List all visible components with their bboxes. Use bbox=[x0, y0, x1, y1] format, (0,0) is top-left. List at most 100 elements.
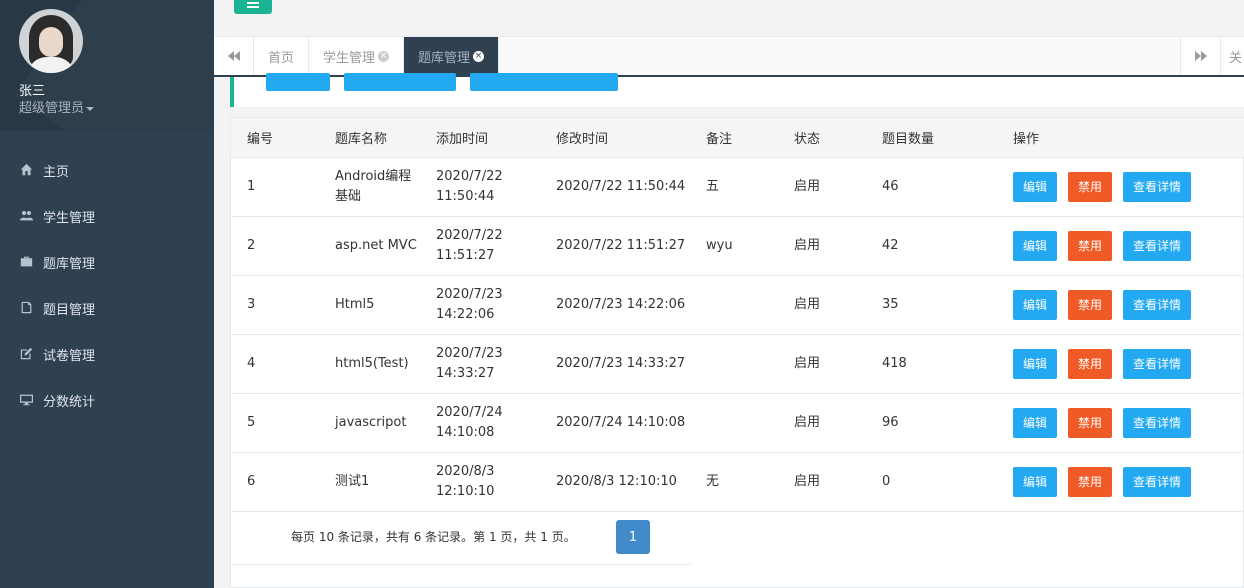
sidebar-item-label: 主页 bbox=[43, 164, 70, 180]
disable-button[interactable]: 禁用 bbox=[1068, 171, 1113, 202]
toolbar-button-3[interactable] bbox=[470, 73, 618, 91]
close-icon[interactable]: × bbox=[473, 50, 485, 62]
sidebar-item-question-bank[interactable]: 题库管理 bbox=[0, 239, 214, 285]
main-content: 编号 题库名称 添加时间 修改时间 备注 状态 题目数量 操作 1 Android… bbox=[214, 73, 1244, 588]
table-row: 1 Android编程基础 2020/7/22 11:50:44 2020/7/22 … bbox=[231, 157, 1244, 216]
sidebar-item-students[interactable]: 学生管理 bbox=[0, 193, 214, 239]
user-role-dropdown[interactable]: 超级管理员 bbox=[19, 97, 95, 116]
view-details-button[interactable]: 查看详情 bbox=[1123, 348, 1192, 379]
cell-name: asp.net MVC bbox=[335, 237, 417, 253]
cell-status: 启用 bbox=[794, 178, 821, 194]
cell-count: 42 bbox=[882, 237, 899, 253]
forward-icon bbox=[1194, 51, 1207, 61]
tab-students[interactable]: 学生管理 × bbox=[309, 37, 405, 75]
cell-actions: 编辑 禁用 查看详情 bbox=[997, 275, 1244, 334]
toolbar bbox=[230, 73, 1244, 107]
toolbar-button-1[interactable] bbox=[266, 73, 330, 91]
edit-button[interactable]: 编辑 bbox=[1013, 289, 1058, 320]
cell-count: 46 bbox=[882, 178, 899, 194]
table-row: 6 测试1 2020/8/3 12:10:10 2020/8/3 12:10:10 无 启… bbox=[231, 452, 1244, 511]
cell-note bbox=[690, 334, 778, 393]
tab-label: 首页 bbox=[268, 50, 295, 66]
view-details-button[interactable]: 查看详情 bbox=[1123, 407, 1192, 438]
column-header: 操作 bbox=[997, 118, 1244, 158]
cell-id: 1 bbox=[247, 178, 256, 194]
cell-status: 启用 bbox=[794, 355, 821, 371]
home-icon bbox=[20, 163, 34, 177]
column-header: 题库名称 bbox=[319, 118, 420, 158]
cell-added-time: 2020/7/22 11:51:27 bbox=[436, 227, 503, 263]
column-header: 修改时间 bbox=[540, 118, 690, 158]
tab-home[interactable]: 首页 bbox=[254, 37, 310, 75]
menu-toggle-button[interactable] bbox=[234, 0, 272, 14]
cell-name: Html5 bbox=[335, 296, 375, 312]
sidebar-item-questions[interactable]: 题目管理 bbox=[0, 285, 214, 331]
disable-button[interactable]: 禁用 bbox=[1068, 466, 1113, 497]
cell-name: html5(Test) bbox=[335, 355, 409, 371]
question-bank-table: 编号 题库名称 添加时间 修改时间 备注 状态 题目数量 操作 1 Android… bbox=[231, 118, 1244, 512]
cell-added-time: 2020/7/23 14:22:06 bbox=[436, 286, 503, 322]
edit-button[interactable]: 编辑 bbox=[1013, 348, 1058, 379]
view-details-button[interactable]: 查看详情 bbox=[1123, 466, 1192, 497]
file-icon bbox=[20, 301, 34, 315]
page-button-current[interactable]: 1 bbox=[616, 520, 650, 554]
cell-count: 418 bbox=[882, 355, 907, 371]
sidebar-item-scores[interactable]: 分数统计 bbox=[0, 377, 214, 423]
cell-actions: 编辑 禁用 查看详情 bbox=[997, 334, 1244, 393]
cell-added-time: 2020/7/24 14:10:08 bbox=[436, 404, 503, 440]
cell-added-time: 2020/7/22 11:50:44 bbox=[436, 168, 503, 204]
briefcase-icon bbox=[20, 255, 34, 269]
toolbar-button-2[interactable] bbox=[344, 73, 456, 91]
sidebar-item-home[interactable]: 主页 bbox=[0, 147, 214, 193]
disable-button[interactable]: 禁用 bbox=[1068, 348, 1113, 379]
pagination-info: 每页 10 条记录，共有 6 条记录。第 1 页，共 1 页。 bbox=[291, 530, 576, 544]
sidebar-nav: 主页 学生管理 题库管理 题目管理 试卷管理 分数统计 bbox=[0, 147, 214, 423]
tab-question-bank[interactable]: 题库管理 × bbox=[404, 37, 500, 75]
avatar[interactable] bbox=[19, 9, 83, 73]
sidebar-item-label: 题库管理 bbox=[43, 256, 96, 272]
cell-actions: 编辑 禁用 查看详情 bbox=[997, 452, 1244, 511]
user-role-label: 超级管理员 bbox=[19, 101, 85, 116]
column-header: 状态 bbox=[778, 118, 866, 158]
sidebar-item-label: 题目管理 bbox=[43, 302, 96, 318]
disable-button[interactable]: 禁用 bbox=[1068, 289, 1113, 320]
table-row: 4 html5(Test) 2020/7/23 14:33:27 2020/7/23 … bbox=[231, 334, 1244, 393]
cell-modified-time: 2020/7/24 14:10:08 bbox=[556, 414, 686, 430]
close-tabs-dropdown[interactable]: 关 bbox=[1220, 37, 1244, 75]
cell-id: 6 bbox=[247, 473, 256, 489]
disable-button[interactable]: 禁用 bbox=[1068, 230, 1113, 261]
table-row: 5 javascripot 2020/7/24 14:10:08 2020/7/24 … bbox=[231, 393, 1244, 452]
tabs-bar: 首页 学生管理 × 题库管理 × 关 bbox=[214, 37, 1244, 77]
view-details-button[interactable]: 查看详情 bbox=[1123, 230, 1192, 261]
users-icon bbox=[20, 209, 34, 223]
view-details-button[interactable]: 查看详情 bbox=[1123, 171, 1192, 202]
sidebar-item-label: 学生管理 bbox=[43, 210, 96, 226]
caret-down-icon bbox=[86, 106, 95, 111]
cell-status: 启用 bbox=[794, 414, 821, 430]
disable-button[interactable]: 禁用 bbox=[1068, 407, 1113, 438]
tab-scroll-left-button[interactable] bbox=[214, 37, 254, 75]
table-panel: 编号 题库名称 添加时间 修改时间 备注 状态 题目数量 操作 1 Android… bbox=[230, 117, 1244, 588]
cell-note: wyu bbox=[706, 237, 733, 253]
sidebar-item-papers[interactable]: 试卷管理 bbox=[0, 331, 214, 377]
cell-id: 5 bbox=[247, 414, 256, 430]
tab-scroll-right-button[interactable] bbox=[1180, 37, 1220, 75]
cell-note bbox=[690, 275, 778, 334]
close-icon[interactable]: × bbox=[378, 50, 390, 62]
edit-button[interactable]: 编辑 bbox=[1013, 407, 1058, 438]
edit-button[interactable]: 编辑 bbox=[1013, 230, 1058, 261]
cell-id: 3 bbox=[247, 296, 256, 312]
edit-button[interactable]: 编辑 bbox=[1013, 171, 1058, 202]
hamburger-icon bbox=[247, 6, 259, 8]
table-row: 3 Html5 2020/7/23 14:22:06 2020/7/23 14:22:… bbox=[231, 275, 1244, 334]
tab-list: 首页 学生管理 × 题库管理 × bbox=[254, 37, 500, 75]
cell-modified-time: 2020/7/22 11:50:44 bbox=[556, 178, 686, 194]
edit-button[interactable]: 编辑 bbox=[1013, 466, 1058, 497]
view-details-button[interactable]: 查看详情 bbox=[1123, 289, 1192, 320]
cell-status: 启用 bbox=[794, 473, 821, 489]
column-header: 备注 bbox=[690, 118, 778, 158]
cell-added-time: 2020/7/23 14:33:27 bbox=[436, 345, 503, 381]
sidebar-item-label: 分数统计 bbox=[43, 394, 96, 410]
pagination: 每页 10 条记录，共有 6 条记录。第 1 页，共 1 页。 1 bbox=[231, 511, 691, 565]
edit-icon bbox=[20, 347, 34, 361]
